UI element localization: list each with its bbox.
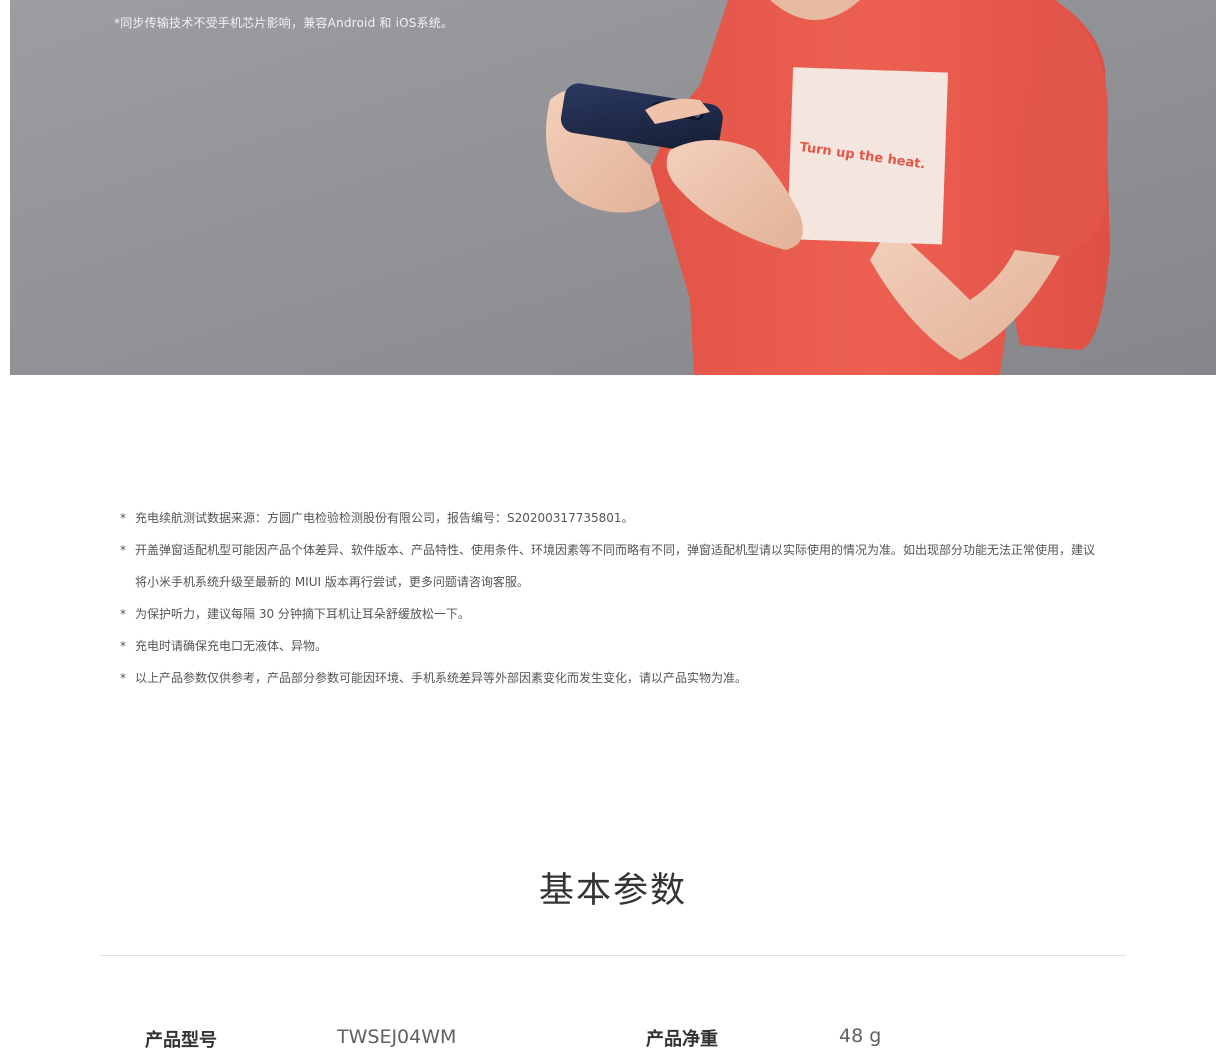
note-text: 以上产品参数仅供参考，产品部分参数可能因环境、手机系统差异等外部因素变化而发生变…	[135, 671, 748, 685]
note-item: * 充电时请确保充电口无液体、异物。	[120, 630, 1100, 662]
note-item: * 充电续航测试数据来源：方圆广电检验检测股份有限公司，报告编号：S202003…	[120, 502, 1100, 534]
note-bullet: *	[120, 543, 126, 557]
note-bullet: *	[120, 671, 126, 685]
note-text: 开盖弹窗适配机型可能因产品个体差异、软件版本、产品特性、使用条件、环境因素等不同…	[135, 543, 1096, 589]
note-text: 充电时请确保充电口无液体、异物。	[135, 639, 328, 653]
spec-model-label: 产品型号	[145, 1030, 217, 1051]
spec-weight-label: 产品净重	[646, 1029, 718, 1050]
note-bullet: *	[120, 511, 126, 525]
note-text: 为保护听力，建议每隔 30 分钟摘下耳机让耳朵舒缓放松一下。	[135, 607, 470, 621]
note-bullet: *	[120, 639, 126, 653]
note-item: * 以上产品参数仅供参考，产品部分参数可能因环境、手机系统差异等外部因素变化而发…	[120, 662, 1100, 694]
hero-image: Turn up the heat.	[10, 0, 1216, 375]
note-bullet: *	[120, 607, 126, 621]
hero-banner: Turn up the heat. *同步传输技术不受手机芯片影响，兼容Andr…	[10, 0, 1216, 375]
spec-divider	[100, 955, 1126, 956]
spec-weight-value: 48 g	[839, 1025, 882, 1047]
spec-model-value: TWSEJ04WM	[337, 1026, 457, 1048]
spec-row: 产品型号 TWSEJ04WM 产品净重 48 g	[0, 1024, 1226, 1052]
notes-list: * 充电续航测试数据来源：方圆广电检验检测股份有限公司，报告编号：S202003…	[120, 502, 1100, 694]
note-item: * 开盖弹窗适配机型可能因产品个体差异、软件版本、产品特性、使用条件、环境因素等…	[120, 534, 1100, 598]
note-item: * 为保护听力，建议每隔 30 分钟摘下耳机让耳朵舒缓放松一下。	[120, 598, 1100, 630]
spec-section-title: 基本参数	[538, 871, 687, 911]
hero-footnote: *同步传输技术不受手机芯片影响，兼容Android 和 iOS系统。	[114, 16, 454, 30]
note-text: 充电续航测试数据来源：方圆广电检验检测股份有限公司，报告编号：S20200317…	[135, 511, 634, 525]
